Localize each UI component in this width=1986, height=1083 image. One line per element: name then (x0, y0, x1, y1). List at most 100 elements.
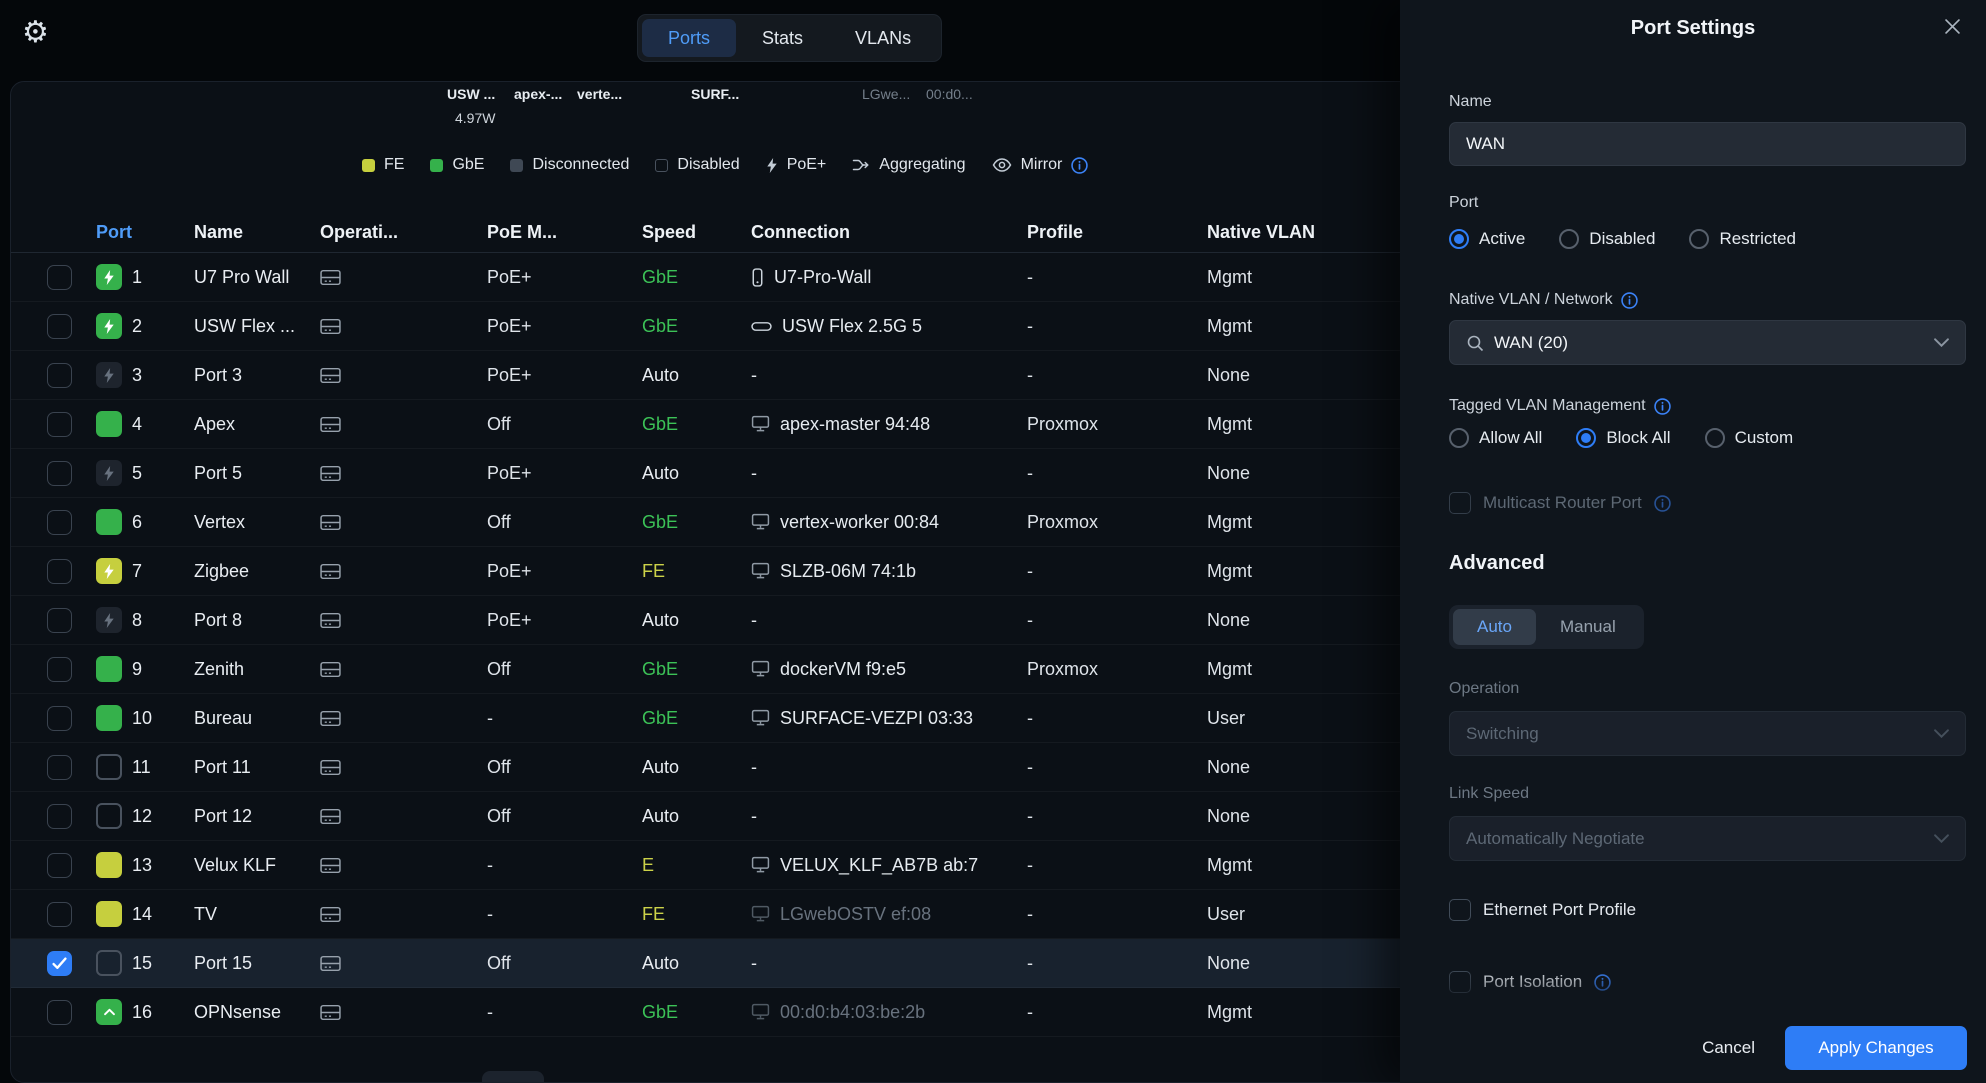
row-checkbox[interactable] (47, 510, 72, 535)
port-name: Port 15 (194, 953, 320, 974)
table-row[interactable]: 12 Port 12 Off Auto - - None (11, 792, 1429, 841)
checkbox-cell (47, 1000, 96, 1025)
port-speed: GbE (642, 512, 751, 533)
status-legend: FE GbE Disconnected Disabled PoE+ Aggreg… (362, 154, 1088, 176)
table-row[interactable]: 16 OPNsense - GbE 00:d0:b4:03:be:2b - Mg… (11, 988, 1429, 1037)
chevron-down-icon (1934, 834, 1949, 843)
table-row[interactable]: 2 USW Flex ... PoE+ GbE USW Flex 2.5G 5 … (11, 302, 1429, 351)
poe-mode: PoE+ (487, 561, 642, 582)
radio-label: Custom (1735, 428, 1794, 448)
table-row[interactable]: 13 Velux KLF - E VELUX_KLF_AB7B ab:7 - M… (11, 841, 1429, 890)
checkbox-cell (47, 657, 96, 682)
pagination-control[interactable] (482, 1071, 544, 1083)
row-checkbox[interactable] (47, 559, 72, 584)
poe-mode: - (487, 904, 642, 925)
table-row[interactable]: 3 Port 3 PoE+ Auto - - None (11, 351, 1429, 400)
port-name: Vertex (194, 512, 320, 533)
table-row[interactable]: 10 Bureau - GbE SURFACE-VEZPI 03:33 - Us… (11, 694, 1429, 743)
port-number: 9 (132, 659, 194, 680)
native-vlan: Mgmt (1207, 414, 1429, 435)
row-checkbox[interactable] (47, 461, 72, 486)
header-poe-mode[interactable]: PoE M... (487, 222, 642, 243)
table-row[interactable]: 9 Zenith Off GbE dockerVM f9:e5 Proxmox … (11, 645, 1429, 694)
row-checkbox[interactable] (47, 657, 72, 682)
header-name[interactable]: Name (194, 222, 320, 243)
poe-mode: - (487, 855, 642, 876)
connection-device-icon (751, 415, 770, 433)
radio-restricted[interactable]: Restricted (1689, 229, 1796, 249)
row-checkbox[interactable] (47, 755, 72, 780)
header-connection[interactable]: Connection (751, 222, 1027, 243)
table-row[interactable]: 11 Port 11 Off Auto - - None (11, 743, 1429, 792)
table-row[interactable]: 1 U7 Pro Wall PoE+ GbE U7-Pro-Wall - Mgm… (11, 253, 1429, 302)
table-row[interactable]: 5 Port 5 PoE+ Auto - - None (11, 449, 1429, 498)
ethernet-profile-checkbox[interactable] (1449, 899, 1471, 921)
segment-manual[interactable]: Manual (1536, 609, 1640, 645)
cancel-button[interactable]: Cancel (1702, 1038, 1755, 1058)
port-status-cell (96, 460, 132, 486)
table-row[interactable]: 6 Vertex Off GbE vertex-worker 00:84 Pro… (11, 498, 1429, 547)
port-speed: Auto (642, 806, 751, 827)
name-input[interactable] (1449, 122, 1966, 166)
checkbox-cell (47, 951, 96, 976)
table-row[interactable]: 4 Apex Off GbE apex-master 94:48 Proxmox… (11, 400, 1429, 449)
header-native-vlan[interactable]: Native VLAN (1207, 222, 1429, 243)
radio-block-all[interactable]: Block All (1576, 428, 1670, 448)
radio-active[interactable]: Active (1449, 229, 1525, 249)
row-checkbox[interactable] (47, 804, 72, 829)
row-checkbox[interactable] (47, 314, 72, 339)
row-checkbox[interactable] (47, 412, 72, 437)
row-checkbox[interactable] (47, 608, 72, 633)
poe-mode: PoE+ (487, 610, 642, 631)
tab-ports[interactable]: Ports (642, 19, 736, 57)
port-isolation-checkbox[interactable] (1449, 971, 1471, 993)
native-vlan-label: Native VLAN / Network (1449, 290, 1613, 310)
segment-auto[interactable]: Auto (1453, 609, 1536, 645)
row-checkbox[interactable] (47, 706, 72, 731)
close-icon[interactable] (1945, 19, 1960, 34)
table-row[interactable]: 7 Zigbee PoE+ FE SLZB-06M 74:1b - Mgmt (11, 547, 1429, 596)
radio-custom[interactable]: Custom (1705, 428, 1794, 448)
poe-mode: - (487, 708, 642, 729)
table-row[interactable]: 8 Port 8 PoE+ Auto - - None (11, 596, 1429, 645)
row-checkbox[interactable] (47, 363, 72, 388)
header-profile[interactable]: Profile (1027, 222, 1207, 243)
native-vlan-dropdown[interactable]: WAN (20) (1449, 320, 1966, 365)
table-row[interactable]: 15 Port 15 Off Auto - - None (11, 939, 1429, 988)
legend-fe: FE (362, 156, 404, 174)
device-label: verte... (577, 86, 622, 102)
info-icon[interactable] (1621, 292, 1638, 309)
tab-vlans[interactable]: VLANs (829, 19, 937, 57)
row-checkbox[interactable] (47, 1000, 72, 1025)
tab-stats[interactable]: Stats (736, 19, 829, 57)
header-speed[interactable]: Speed (642, 222, 751, 243)
port-number: 5 (132, 463, 194, 484)
radio-disabled[interactable]: Disabled (1559, 229, 1655, 249)
settings-gear-icon[interactable]: ⚙ (22, 16, 49, 50)
port-number: 3 (132, 365, 194, 386)
header-port[interactable]: Port (96, 222, 194, 243)
device-icon (320, 612, 341, 629)
info-icon[interactable] (1654, 495, 1671, 512)
apply-changes-button[interactable]: Apply Changes (1785, 1026, 1967, 1070)
header-operation[interactable]: Operati... (320, 222, 487, 243)
row-checkbox[interactable] (47, 902, 72, 927)
info-icon[interactable] (1071, 157, 1088, 174)
info-icon[interactable] (1654, 398, 1671, 415)
poe-mode: PoE+ (487, 463, 642, 484)
row-checkbox[interactable] (47, 265, 72, 290)
connection-name: apex-master 94:48 (780, 414, 930, 435)
info-icon[interactable] (1594, 974, 1611, 991)
native-vlan: None (1207, 953, 1429, 974)
row-checkbox[interactable] (47, 853, 72, 878)
row-checkbox[interactable] (47, 951, 72, 976)
multicast-checkbox[interactable] (1449, 492, 1471, 514)
checkbox-cell (47, 755, 96, 780)
port-speed: Auto (642, 757, 751, 778)
port-speed: Auto (642, 610, 751, 631)
table-row[interactable]: 14 TV - FE LGwebOSTV ef:08 - User (11, 890, 1429, 939)
radio-allow-all[interactable]: Allow All (1449, 428, 1542, 448)
port-profile: - (1027, 855, 1207, 876)
multicast-label: Multicast Router Port (1483, 493, 1642, 513)
connection-cell: - (751, 953, 1027, 974)
